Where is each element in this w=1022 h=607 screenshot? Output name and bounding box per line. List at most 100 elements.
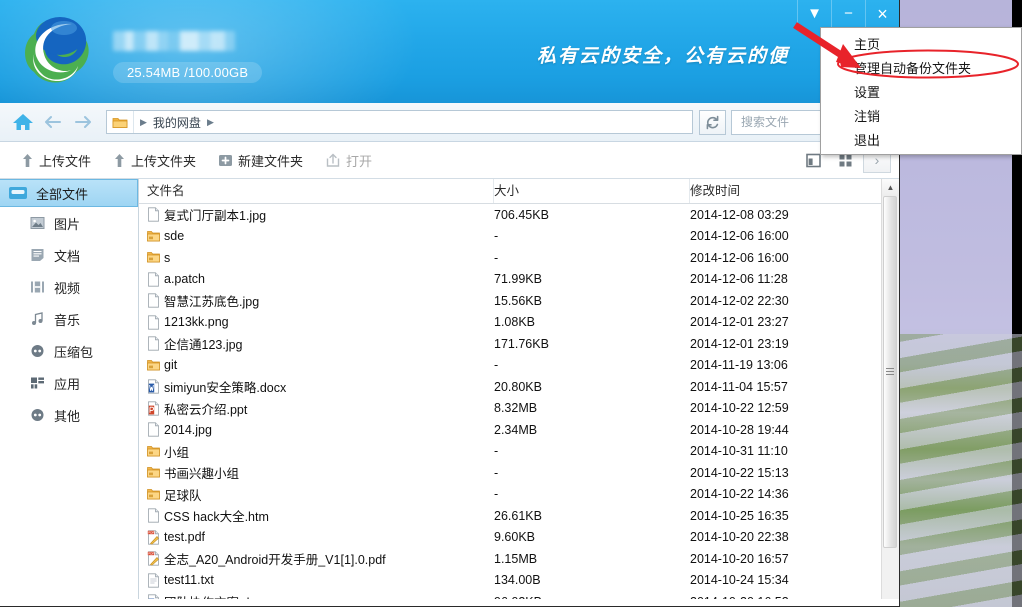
navigation-bar: ▶ 我的网盘 ▶ xyxy=(0,103,899,142)
table-row[interactable]: 复式门厅副本1.jpg706.45KB2014-12-08 03:29 xyxy=(139,204,899,226)
app-banner: 25.54MB /100.00GB 私有云的安全，公有云的便 ▼ − × xyxy=(0,0,899,103)
table-row[interactable]: 足球队-2014-10-22 14:36 xyxy=(139,484,899,506)
menu-item-exit[interactable]: 退出 xyxy=(821,127,1021,151)
menu-item-settings[interactable]: 设置 xyxy=(821,79,1021,103)
file-name-cell[interactable]: test11.txt xyxy=(139,573,494,588)
upload-arrow-icon xyxy=(113,153,126,168)
file-name-label: git xyxy=(164,358,177,372)
file-name-label: 1213kk.png xyxy=(164,315,229,329)
file-name-cell[interactable]: 私密云介绍.ppt xyxy=(139,399,494,418)
app-menu-dropdown: 主页 管理自动备份文件夹 设置 注销 退出 xyxy=(820,27,1022,155)
file-name-cell[interactable]: 足球队 xyxy=(139,485,494,504)
word-icon xyxy=(147,379,160,394)
new-folder-button[interactable]: 新建文件夹 xyxy=(207,146,314,174)
close-button[interactable]: × xyxy=(865,0,899,27)
address-bar[interactable]: ▶ 我的网盘 ▶ xyxy=(106,110,693,134)
file-name-cell[interactable]: 复式门厅副本1.jpg xyxy=(139,205,494,224)
table-row[interactable]: 智慧江苏底色.jpg15.56KB2014-12-02 22:30 xyxy=(139,290,899,312)
column-header-size[interactable]: 大小 xyxy=(494,179,690,203)
sidebar-item-apps[interactable]: 应用 xyxy=(0,367,138,399)
home-icon xyxy=(12,112,34,132)
table-row[interactable]: 私密云介绍.ppt8.32MB2014-10-22 12:59 xyxy=(139,398,899,420)
word-icon xyxy=(147,594,160,599)
sidebar-item-all-files[interactable]: 全部文件 xyxy=(0,179,138,207)
menu-dropdown-button[interactable]: ▼ xyxy=(797,0,831,27)
file-name-cell[interactable]: s xyxy=(139,250,494,265)
file-generic-icon xyxy=(147,336,160,351)
app-logo-icon xyxy=(20,14,96,90)
file-name-label: 复式门厅副本1.jpg xyxy=(164,205,266,224)
file-name-label: 智慧江苏底色.jpg xyxy=(164,291,259,310)
sidebar-item-pictures[interactable]: 图片 xyxy=(0,207,138,239)
refresh-button[interactable] xyxy=(699,110,726,135)
table-row[interactable]: 团队协作方案.docx96.02KB2014-10-20 16:53 xyxy=(139,591,899,599)
menu-item-home[interactable]: 主页 xyxy=(821,31,1021,55)
table-row[interactable]: 书画兴趣小组-2014-10-22 15:13 xyxy=(139,462,899,484)
file-name-cell[interactable]: PDFtest.pdf xyxy=(139,530,494,545)
column-header-date[interactable]: 修改时间 xyxy=(690,179,870,203)
video-icon xyxy=(30,280,45,294)
minimize-button[interactable]: − xyxy=(831,0,865,27)
file-name-cell[interactable]: sde xyxy=(139,229,494,244)
file-date-cell: 2014-10-25 16:35 xyxy=(690,509,870,523)
table-row[interactable]: simiyun安全策略.docx20.80KB2014-11-04 15:57 xyxy=(139,376,899,398)
folder-icon xyxy=(147,444,160,459)
sidebar-item-archives[interactable]: 压缩包 xyxy=(0,335,138,367)
menu-item-logout[interactable]: 注销 xyxy=(821,103,1021,127)
home-button[interactable] xyxy=(8,107,38,137)
file-name-cell[interactable]: PDF全志_A20_Android开发手册_V1[1].0.pdf xyxy=(139,549,494,568)
sidebar-item-videos[interactable]: 视频 xyxy=(0,271,138,303)
file-name-cell[interactable]: 书画兴趣小组 xyxy=(139,463,494,482)
file-name-cell[interactable]: 2014.jpg xyxy=(139,422,494,437)
table-row[interactable]: a.patch71.99KB2014-12-06 11:28 xyxy=(139,269,899,291)
file-name-label: test.pdf xyxy=(164,530,205,544)
sidebar-item-others[interactable]: 其他 xyxy=(0,399,138,431)
table-row[interactable]: git-2014-11-19 13:06 xyxy=(139,355,899,377)
menu-item-manage-auto-backup-folders[interactable]: 管理自动备份文件夹 xyxy=(821,55,1021,79)
table-row[interactable]: 企信通123.jpg171.76KB2014-12-01 23:19 xyxy=(139,333,899,355)
file-name-cell[interactable]: CSS hack大全.htm xyxy=(139,506,494,525)
folder-icon xyxy=(147,487,160,502)
file-name-cell[interactable]: 小组 xyxy=(139,442,494,461)
table-row[interactable]: PDFtest.pdf9.60KB2014-10-20 22:38 xyxy=(139,527,899,549)
file-name-cell[interactable]: 团队协作方案.docx xyxy=(139,592,494,599)
action-toolbar: 上传文件 上传文件夹 新建文件夹 打开 xyxy=(0,142,899,179)
table-row[interactable]: s-2014-12-06 16:00 xyxy=(139,247,899,269)
column-header-name[interactable]: 文件名 xyxy=(139,179,494,203)
svg-text:PDF: PDF xyxy=(148,552,154,556)
file-name-cell[interactable]: simiyun安全策略.docx xyxy=(139,377,494,396)
folder-icon xyxy=(112,116,128,129)
breadcrumb-separator[interactable]: ▶ xyxy=(134,117,153,128)
table-row[interactable]: 1213kk.png1.08KB2014-12-01 23:27 xyxy=(139,312,899,334)
cloud-storage-window: 25.54MB /100.00GB 私有云的安全，公有云的便 ▼ − × xyxy=(0,0,900,607)
file-name-cell[interactable]: 1213kk.png xyxy=(139,315,494,330)
table-row[interactable]: test11.txt134.00B2014-10-24 15:34 xyxy=(139,570,899,592)
scrollbar-thumb[interactable] xyxy=(883,196,897,548)
table-row[interactable]: 2014.jpg2.34MB2014-10-28 19:44 xyxy=(139,419,899,441)
table-row[interactable]: PDF全志_A20_Android开发手册_V1[1].0.pdf1.15MB2… xyxy=(139,548,899,570)
file-name-cell[interactable]: 智慧江苏底色.jpg xyxy=(139,291,494,310)
breadcrumb-item-my-disk[interactable]: 我的网盘 xyxy=(153,114,201,131)
file-name-cell[interactable]: 企信通123.jpg xyxy=(139,334,494,353)
vertical-scrollbar[interactable]: ▲ xyxy=(881,179,899,599)
table-row[interactable]: sde-2014-12-06 16:00 xyxy=(139,226,899,248)
file-size-cell: - xyxy=(494,487,690,501)
table-row[interactable]: 小组-2014-10-31 11:10 xyxy=(139,441,899,463)
table-row[interactable]: CSS hack大全.htm26.61KB2014-10-25 16:35 xyxy=(139,505,899,527)
breadcrumb-root-folder[interactable] xyxy=(107,111,134,133)
file-name-cell[interactable]: a.patch xyxy=(139,272,494,287)
sidebar-item-music[interactable]: 音乐 xyxy=(0,303,138,335)
forward-button[interactable] xyxy=(68,107,98,137)
file-name-cell[interactable]: git xyxy=(139,358,494,373)
file-generic-icon xyxy=(147,272,160,287)
folder-icon xyxy=(147,465,160,480)
breadcrumb-separator-2[interactable]: ▶ xyxy=(201,117,220,128)
open-button[interactable]: 打开 xyxy=(314,146,383,174)
back-button[interactable] xyxy=(38,107,68,137)
upload-folder-button[interactable]: 上传文件夹 xyxy=(102,146,207,174)
file-date-cell: 2014-10-20 22:38 xyxy=(690,530,870,544)
scrollbar-up-button[interactable]: ▲ xyxy=(882,179,899,196)
file-name-label: 团队协作方案.docx xyxy=(164,592,269,599)
sidebar-item-documents[interactable]: 文档 xyxy=(0,239,138,271)
upload-file-button[interactable]: 上传文件 xyxy=(10,146,102,174)
